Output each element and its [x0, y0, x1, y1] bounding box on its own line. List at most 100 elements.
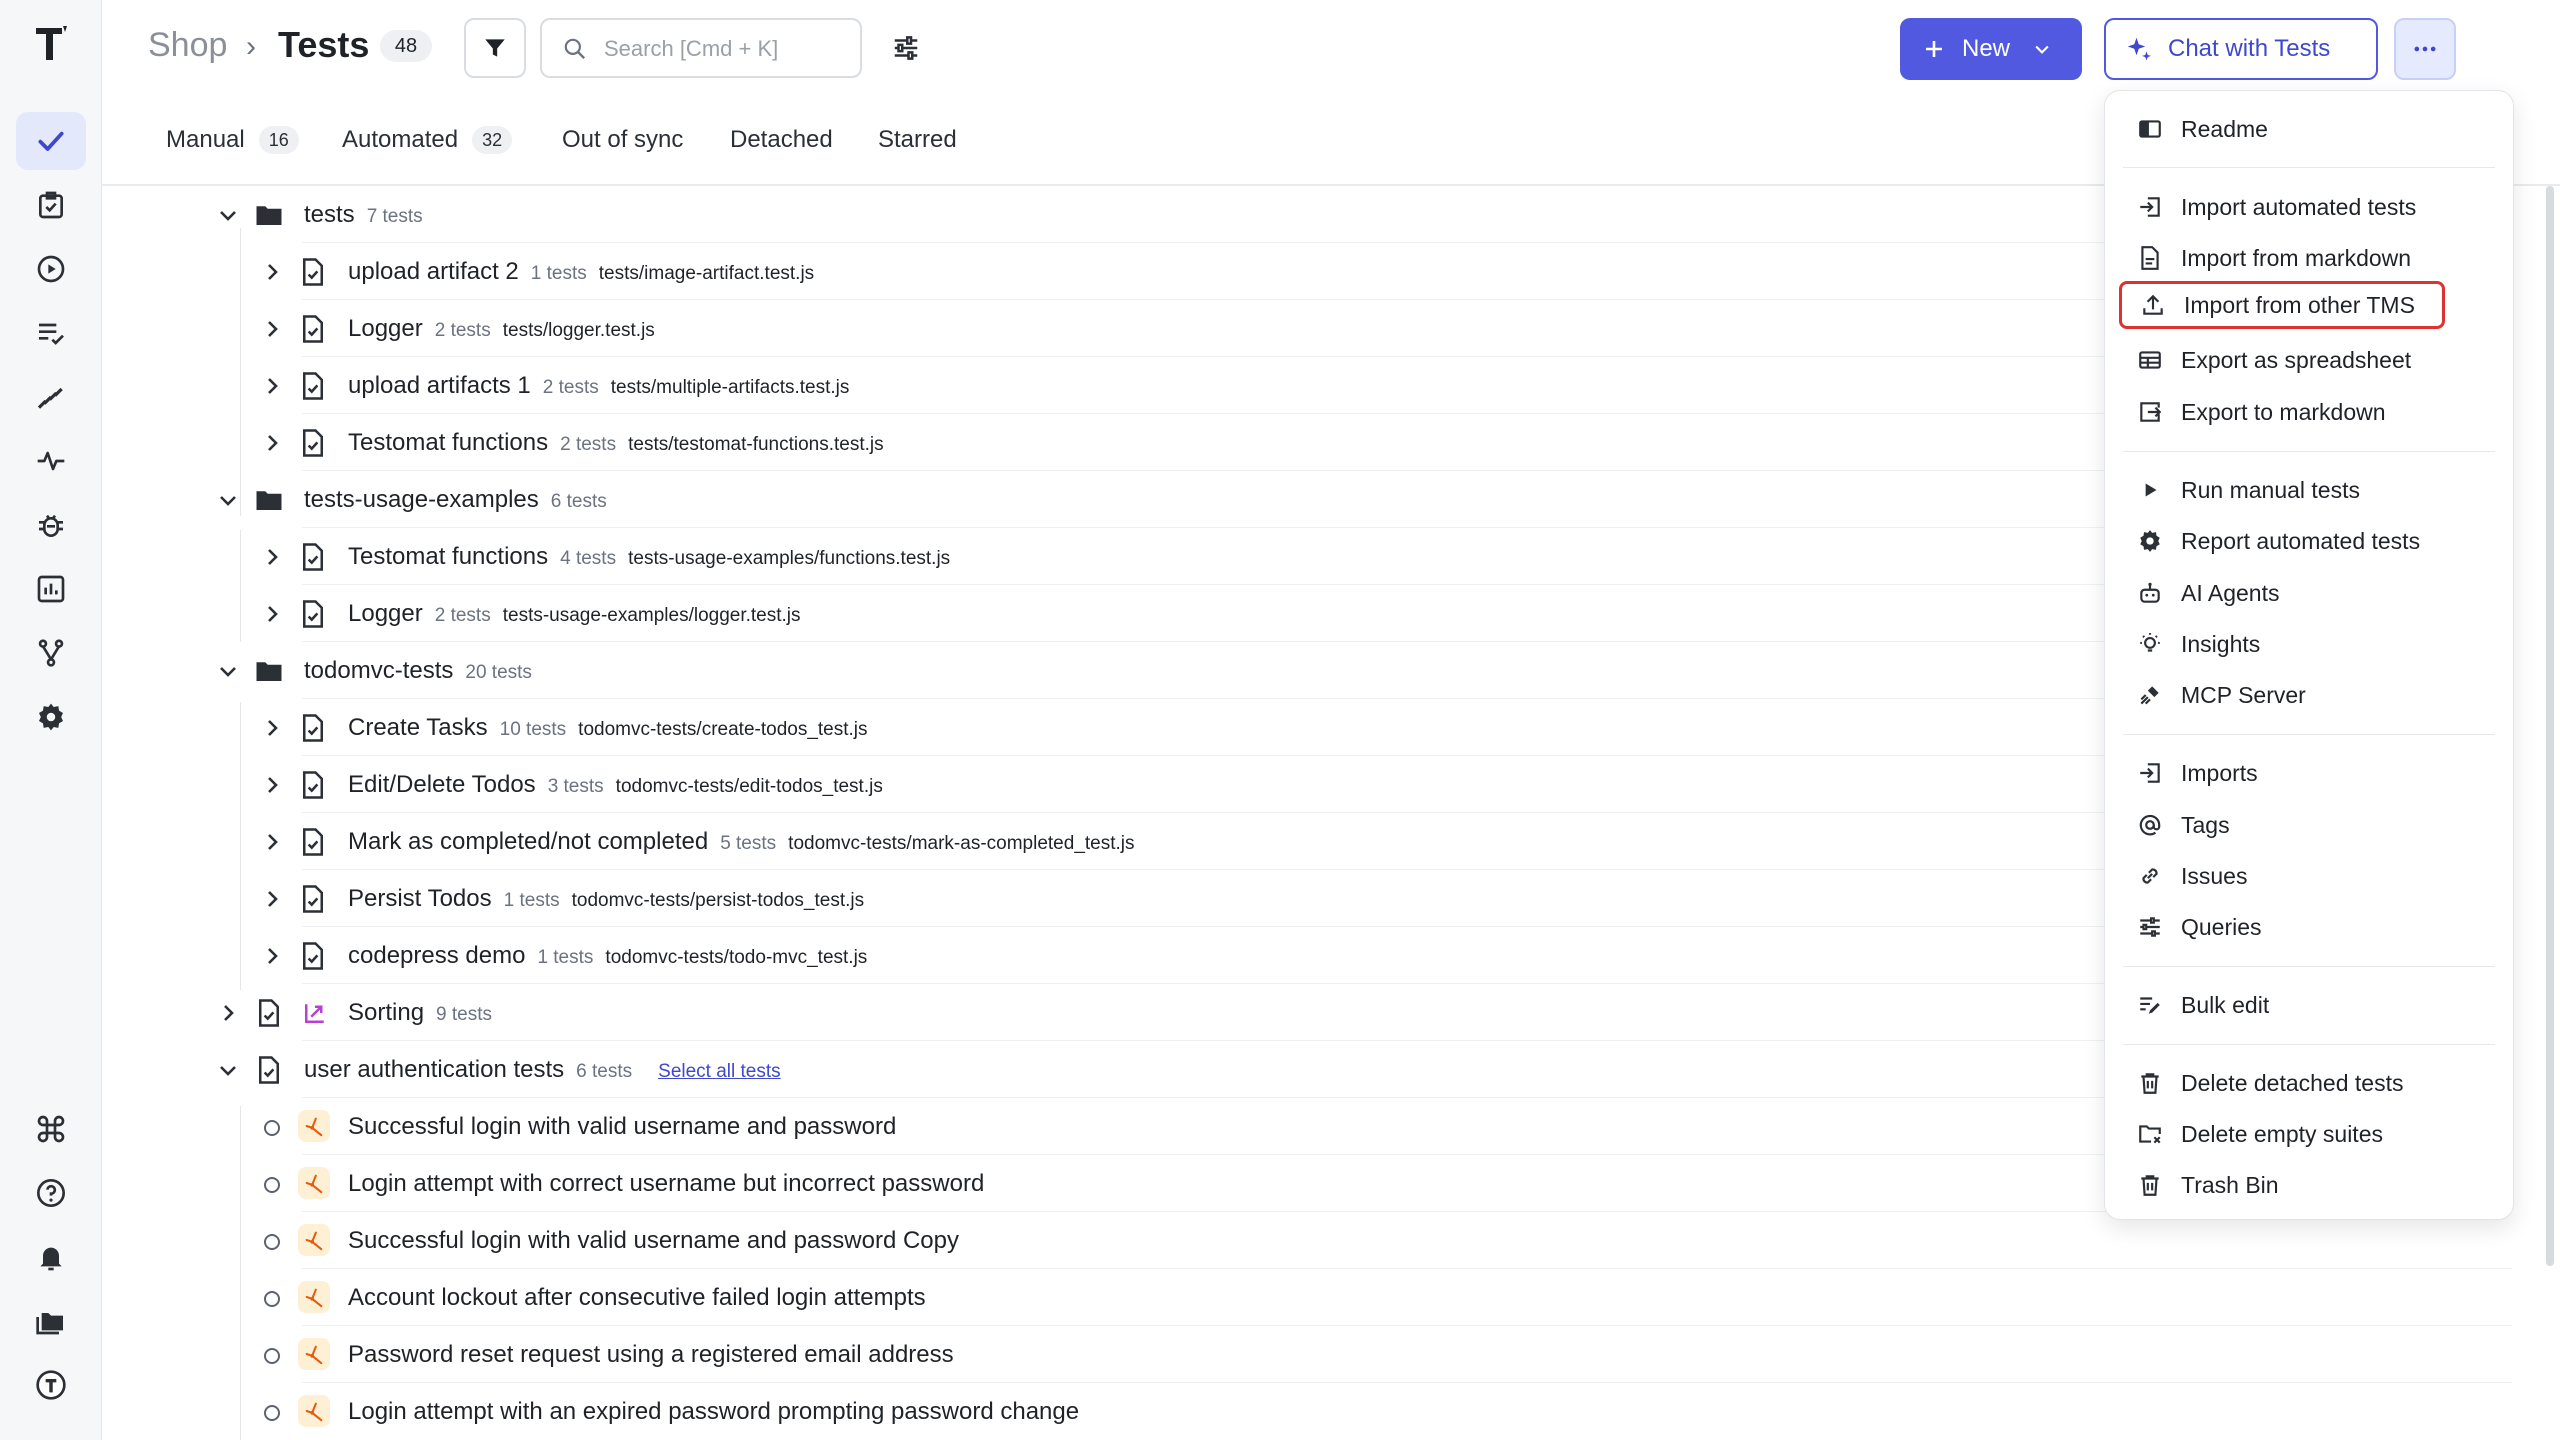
menu-item-label: Delete detached tests	[2181, 1069, 2404, 1096]
new-button[interactable]: New	[1900, 18, 2082, 80]
test-select-radio[interactable]	[264, 1405, 280, 1421]
chevron-down-icon[interactable]	[216, 203, 240, 227]
menu-item-bulk-edit[interactable]: Bulk edit	[2115, 981, 2505, 1029]
sidebar-item-account[interactable]	[16, 1356, 86, 1414]
menu-item-delete-empty-suites[interactable]: Delete empty suites	[2115, 1110, 2505, 1158]
menu-item-label: Trash Bin	[2181, 1171, 2279, 1198]
test-row[interactable]: Successful login with valid username and…	[102, 1212, 2512, 1269]
filter-button[interactable]	[464, 18, 526, 78]
menu-divider	[2123, 734, 2495, 735]
sidebar-item-notifications[interactable]	[16, 1228, 86, 1286]
tab-manual[interactable]: Manual 16	[166, 126, 299, 154]
chevron-right-icon[interactable]	[260, 716, 284, 740]
book-icon	[2139, 120, 2161, 138]
menu-item-label: Import automated tests	[2181, 193, 2417, 220]
menu-item-report-automated-tests[interactable]: Report automated tests	[2115, 517, 2505, 565]
chat-with-tests-button[interactable]: Chat with Tests	[2104, 18, 2378, 80]
sidebar-item-runs[interactable]	[16, 240, 86, 298]
chevron-right-icon[interactable]	[260, 773, 284, 797]
tab-detached[interactable]: Detached	[730, 126, 833, 154]
sidebar-item-pulse[interactable]	[16, 432, 86, 490]
shared-link-icon	[305, 1004, 324, 1023]
search-input[interactable]	[604, 32, 844, 66]
file-check-icon	[303, 771, 323, 799]
test-select-radio[interactable]	[264, 1177, 280, 1193]
menu-item-export-as-spreadsheet[interactable]: Export as spreadsheet	[2115, 336, 2505, 384]
menu-item-import-from-markdown[interactable]: Import from markdown	[2115, 234, 2505, 282]
file-check-icon	[303, 543, 323, 571]
select-all-tests-link[interactable]: Select all tests	[658, 1061, 781, 1082]
test-name: Login attempt with an expired password p…	[348, 1398, 1080, 1425]
chat-button-label: Chat with Tests	[2168, 35, 2331, 62]
menu-item-export-to-markdown[interactable]: Export to markdown	[2115, 388, 2505, 436]
app-logo[interactable]	[32, 22, 70, 66]
test-select-radio[interactable]	[264, 1234, 280, 1250]
test-select-radio[interactable]	[264, 1120, 280, 1136]
tab-automated[interactable]: Automated 32	[342, 126, 513, 154]
chevron-down-icon[interactable]	[216, 1058, 240, 1082]
sidebar-item-shortcuts[interactable]	[16, 1100, 86, 1158]
tab-out-of-sync[interactable]: Out of sync	[562, 126, 683, 154]
sidebar-item-branches[interactable]	[16, 624, 86, 682]
menu-item-mcp-server[interactable]: MCP Server	[2115, 671, 2505, 719]
menu-item-delete-detached-tests[interactable]: Delete detached tests	[2115, 1059, 2505, 1107]
menu-item-label: Issues	[2181, 862, 2248, 889]
test-select-radio[interactable]	[264, 1291, 280, 1307]
menu-item-imports[interactable]: Imports	[2115, 749, 2505, 797]
chevron-right-icon[interactable]	[260, 317, 284, 341]
chevron-down-icon[interactable]	[216, 488, 240, 512]
suite-file-path: todomvc-tests/edit-todos_test.js	[615, 776, 883, 797]
more-options-button[interactable]	[2394, 18, 2456, 80]
menu-item-tags[interactable]: Tags	[2115, 801, 2505, 849]
view-settings-button[interactable]	[886, 28, 926, 68]
sidebar-item-analytics[interactable]	[16, 560, 86, 618]
chevron-right-icon[interactable]	[260, 431, 284, 455]
sidebar-item-defects[interactable]	[16, 496, 86, 554]
test-row[interactable]: Account lockout after consecutive failed…	[102, 1269, 2512, 1326]
test-row[interactable]: Login attempt with an expired password p…	[102, 1383, 2512, 1440]
menu-item-import-automated-tests[interactable]: Import automated tests	[2115, 183, 2505, 231]
chevron-right-icon[interactable]	[260, 602, 284, 626]
chevron-right-icon[interactable]	[260, 887, 284, 911]
suite-count: 6 tests	[576, 1061, 633, 1082]
menu-item-label: Tags	[2181, 811, 2230, 838]
breadcrumb-project[interactable]: Shop	[148, 26, 227, 65]
menu-item-import-from-other-tms[interactable]: Import from other TMS	[2119, 281, 2445, 329]
test-name: Password reset request using a registere…	[348, 1341, 954, 1368]
sidebar-item-checklist[interactable]	[16, 304, 86, 362]
sidebar-item-steps[interactable]	[16, 368, 86, 426]
menu-item-queries[interactable]: Queries	[2115, 903, 2505, 951]
menu-item-readme[interactable]: Readme	[2115, 105, 2505, 153]
sidebar-item-plans[interactable]	[16, 176, 86, 234]
menu-item-label: Readme	[2181, 115, 2268, 142]
menu-item-trash-bin[interactable]: Trash Bin	[2115, 1161, 2505, 1209]
help-icon	[37, 1179, 65, 1207]
chevron-right-icon[interactable]	[260, 830, 284, 854]
menu-item-insights[interactable]: Insights	[2115, 620, 2505, 668]
suite-count: 5 tests	[720, 833, 777, 854]
sidebar-item-projects[interactable]	[16, 1292, 86, 1350]
test-select-radio[interactable]	[264, 1348, 280, 1364]
suite-count: 1 tests	[503, 890, 560, 911]
chevron-down-icon[interactable]	[216, 659, 240, 683]
sidebar-item-help[interactable]	[16, 1164, 86, 1222]
chevron-right-icon[interactable]	[260, 374, 284, 398]
manual-test-icon	[298, 1224, 330, 1256]
chevron-right-icon[interactable]	[260, 260, 284, 284]
more-options-menu: Readme Import automated tests Import fro…	[2104, 90, 2514, 1220]
sidebar-item-settings[interactable]	[16, 688, 86, 746]
suite-name: user authentication tests	[304, 1056, 565, 1083]
chevron-right-icon[interactable]	[216, 1001, 240, 1025]
test-row[interactable]: Password reset request using a registere…	[102, 1326, 2512, 1383]
menu-item-run-manual-tests[interactable]: Run manual tests	[2115, 466, 2505, 514]
suite-count: 2 tests	[434, 605, 491, 626]
menu-item-ai-agents[interactable]: AI Agents	[2115, 569, 2505, 617]
tab-starred[interactable]: Starred	[878, 126, 957, 154]
vertical-scrollbar[interactable]	[2546, 186, 2554, 1266]
tab-label: Detached	[730, 126, 833, 153]
chevron-right-icon[interactable]	[260, 944, 284, 968]
sidebar-item-tests[interactable]	[16, 112, 86, 170]
menu-item-issues[interactable]: Issues	[2115, 852, 2505, 900]
chevron-right-icon[interactable]	[260, 545, 284, 569]
search-field[interactable]	[540, 18, 862, 78]
